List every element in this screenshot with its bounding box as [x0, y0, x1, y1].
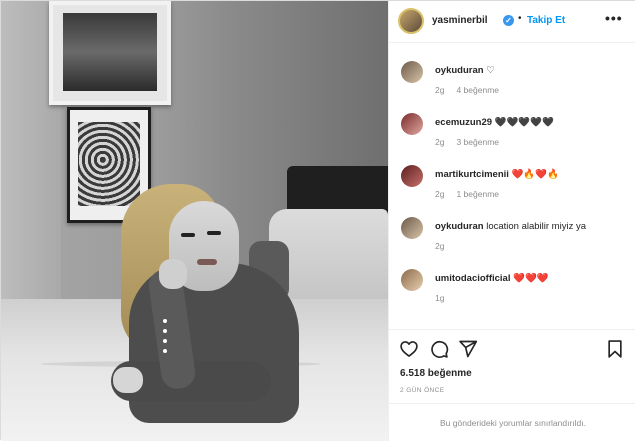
comment-time: 1g [435, 293, 445, 303]
photo-person-hand [159, 259, 187, 289]
comment-text: umitodaciofficial ❤️❤️❤️ [435, 273, 549, 284]
follow-button[interactable]: Takip Et [527, 15, 565, 26]
comment-body: 🖤🖤🖤🖤🖤 [494, 117, 554, 128]
photo-cuff-button [163, 339, 167, 343]
author-avatar[interactable] [398, 8, 424, 34]
comment-time: 2g [435, 189, 445, 199]
comment-body: ❤️🔥❤️🔥 [511, 169, 559, 180]
comment-likes[interactable]: 1 beğenme [456, 189, 499, 199]
photo-cuff-button [163, 329, 167, 333]
comment-text: ecemuzun29 🖤🖤🖤🖤🖤 [435, 117, 554, 128]
comment-body: location alabilir miyiz ya [486, 221, 586, 232]
post-side-panel: yasminerbil ✓ • Takip Et ••• oykuduran ♡… [388, 1, 635, 441]
photo-cuff-button [163, 319, 167, 323]
comment-meta: 2g 3 beğenme [435, 137, 511, 147]
likes-count[interactable]: 6.518 beğenme [400, 368, 472, 379]
comment-meta: 1g [435, 293, 456, 303]
comment-meta: 2g 4 beğenme [435, 85, 511, 95]
author-username[interactable]: yasminerbil [432, 15, 488, 26]
comment-time: 2g [435, 241, 445, 251]
post-photo [1, 1, 388, 441]
comment-body: ❤️❤️❤️ [513, 273, 549, 284]
comment-avatar[interactable] [401, 113, 423, 135]
comments-limited-notice: Bu gönderideki yorumlar sınırlandırıldı. [389, 403, 635, 441]
comment-username[interactable]: oykuduran [435, 65, 484, 76]
photo-person-hand-lower [113, 367, 143, 393]
comment-text: martikurtcimenii ❤️🔥❤️🔥 [435, 169, 559, 180]
post-timestamp[interactable]: 2 GÜN ÖNCE [400, 387, 444, 394]
photo-person-eye-left [181, 233, 195, 237]
comment-text: oykuduran ♡ [435, 65, 495, 76]
like-heart-icon[interactable] [399, 339, 419, 359]
comment-likes[interactable]: 3 beğenme [456, 137, 499, 147]
more-options-icon[interactable]: ••• [605, 10, 623, 26]
comment-time: 2g [435, 137, 445, 147]
photo-person-eye-right [207, 231, 221, 235]
header-separator: • [518, 13, 522, 24]
comment-avatar[interactable] [401, 61, 423, 83]
post-header: yasminerbil ✓ • Takip Et ••• [389, 1, 635, 43]
comment-text: oykuduran location alabilir miyiz ya [435, 221, 586, 232]
comment-avatar[interactable] [401, 165, 423, 187]
comment-likes[interactable]: 4 beğenme [456, 85, 499, 95]
comment-meta: 2g [435, 241, 456, 251]
comment-username[interactable]: oykuduran [435, 221, 484, 232]
save-bookmark-icon[interactable] [605, 339, 625, 359]
comment-meta: 2g 1 beğenme [435, 189, 511, 199]
comment-avatar[interactable] [401, 217, 423, 239]
photo-wall-frame-top [49, 1, 171, 105]
post-modal: yasminerbil ✓ • Takip Et ••• oykuduran ♡… [0, 0, 635, 441]
comment-username[interactable]: umitodaciofficial [435, 273, 510, 284]
post-action-bar [389, 329, 635, 369]
photo-cuff-button [163, 349, 167, 353]
verified-badge-icon: ✓ [503, 15, 514, 26]
comment-time: 2g [435, 85, 445, 95]
photo-person-lips [197, 259, 217, 265]
share-paper-plane-icon[interactable] [458, 339, 478, 359]
comment-body: ♡ [486, 65, 495, 76]
comment-avatar[interactable] [401, 269, 423, 291]
comment-username[interactable]: ecemuzun29 [435, 117, 492, 128]
comment-username[interactable]: martikurtcimenii [435, 169, 509, 180]
comment-bubble-icon[interactable] [429, 339, 449, 359]
